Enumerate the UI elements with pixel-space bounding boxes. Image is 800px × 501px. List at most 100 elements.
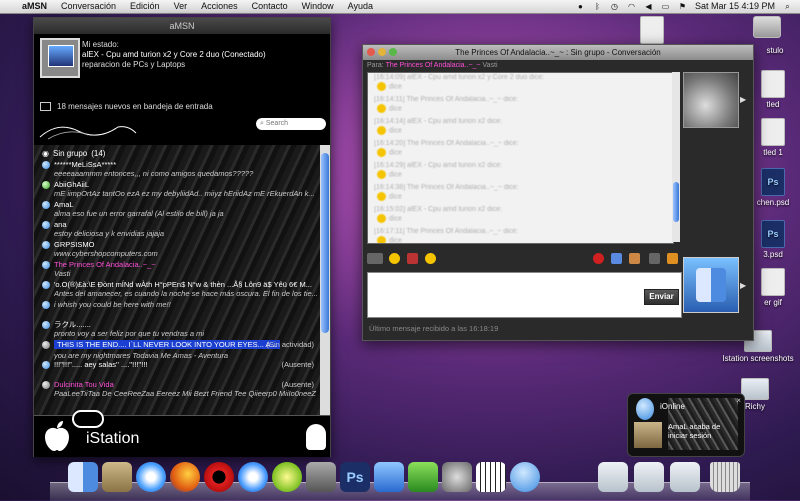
invite-icon[interactable] <box>611 253 622 264</box>
search-input[interactable]: ⌕ Search <box>256 118 326 130</box>
contact-item[interactable]: ana estoy deliciosa y k envidias jajaja <box>34 220 320 240</box>
chat-title[interactable]: The Princes Of Andalacia..~_~ : Sin grup… <box>363 45 753 60</box>
itunes-icon[interactable] <box>238 462 268 492</box>
expand-arrow-icon[interactable]: ▶ <box>740 281 746 290</box>
mail-icon[interactable] <box>102 462 132 492</box>
trash-icon[interactable] <box>710 462 740 492</box>
chat-history-scrollbar[interactable] <box>672 72 680 242</box>
contact-item[interactable]: THIS IS THE END.... I`LL NEVER LOOK INTO… <box>34 340 320 360</box>
apple-logo-icon <box>45 421 69 451</box>
webcam-icon[interactable] <box>649 253 660 264</box>
contact-item[interactable]: 'o.O(®)£à:\E Ðònt mÍNd wÀth H°pPEn$ N°w … <box>34 280 320 300</box>
wifi-icon[interactable]: ◠ <box>627 2 636 11</box>
contact-display-picture[interactable] <box>683 72 739 128</box>
voice-clip-icon[interactable] <box>407 253 418 264</box>
message-body: dice <box>389 149 402 157</box>
send-file-icon[interactable] <box>629 253 640 264</box>
zoom-button[interactable] <box>389 48 397 56</box>
message-sender: alEX - Cpu amd turion x2 dice: <box>407 162 503 169</box>
monitor-icon <box>48 45 74 67</box>
menu-ver[interactable]: Ver <box>174 0 188 13</box>
contact-item[interactable]: AmaL alma eso fue un error garrafal (Al e… <box>34 200 320 220</box>
games-icon[interactable] <box>667 253 678 264</box>
chat-history[interactable]: [16:14:09] alEX - Cpu amd turion x2 y Co… <box>367 72 674 244</box>
menu-acciones[interactable]: Acciones <box>201 0 238 13</box>
my-display-picture[interactable] <box>683 257 739 313</box>
login-notification[interactable]: iOnline AmaL acaba de iniciar sesión × <box>627 393 745 457</box>
amsn-icon[interactable] <box>272 462 302 492</box>
contact-list: ◉ Sin grupo (14) ******MeLiSsA***** eeeea… <box>34 145 320 415</box>
expand-arrow-icon[interactable]: ▶ <box>740 95 746 104</box>
inbox-link[interactable]: 18 mensajes nuevos en bandeja de entrada <box>40 102 213 111</box>
smiley-icon <box>377 148 386 157</box>
battery-icon[interactable]: ▭ <box>661 2 670 11</box>
time-machine-icon[interactable]: ◷ <box>610 2 619 11</box>
word-icon[interactable] <box>374 462 404 492</box>
my-avatar[interactable] <box>40 38 80 78</box>
opera-icon[interactable] <box>204 462 234 492</box>
garageband-icon[interactable] <box>476 462 506 492</box>
contact-list-scrollbar[interactable] <box>320 145 330 415</box>
minimize-button[interactable] <box>378 48 386 56</box>
network-icon[interactable] <box>408 462 438 492</box>
my-status[interactable]: Mi estado: alEX - Cpu amd turion x2 y Co… <box>82 40 322 70</box>
font-icon[interactable] <box>367 253 383 264</box>
documents-folder-icon[interactable] <box>634 462 664 492</box>
close-icon[interactable]: × <box>736 396 741 405</box>
contact-personal-message: estoy deliciosa y k envidias jajaja <box>54 229 165 238</box>
desktop-icon-hd[interactable] <box>732 16 800 40</box>
my-nick[interactable]: alEX - Cpu amd turion x2 y Core 2 duo (C… <box>82 50 322 60</box>
menu-edicion[interactable]: Edición <box>130 0 160 13</box>
bluetooth-icon[interactable]: ᛒ <box>593 2 602 11</box>
contact-item[interactable]: ラクル....... pronto voy a ser feliz por que… <box>34 320 320 340</box>
scrollbar-thumb[interactable] <box>673 182 679 222</box>
downloads-folder-icon[interactable] <box>598 462 628 492</box>
menu-app[interactable]: aMSN <box>22 0 47 13</box>
message-body: dice <box>389 171 402 179</box>
flag-icon[interactable]: ⚑ <box>678 2 687 11</box>
close-button[interactable] <box>367 48 375 56</box>
smiley-icon[interactable] <box>389 253 400 264</box>
smiley-icon <box>377 82 386 91</box>
my-personal-message[interactable]: reparacion de PCs y Laptops <box>82 60 322 70</box>
message-body: dice <box>389 215 402 223</box>
contact-item[interactable]: The Princes Of Andalacia..~_~ Vasti <box>34 260 320 280</box>
message-input[interactable] <box>367 272 682 318</box>
menu-window[interactable]: Window <box>302 0 334 13</box>
contact-item[interactable]: GRPSISMO www.cybershopcomputers.com <box>34 240 320 260</box>
menu-ayuda[interactable]: Ayuda <box>348 0 373 13</box>
system-preferences-icon[interactable] <box>442 462 472 492</box>
finder-icon[interactable] <box>68 462 98 492</box>
send-button[interactable]: Enviar <box>644 289 679 305</box>
block-icon[interactable] <box>593 253 604 264</box>
photoshop-icon[interactable]: Ps <box>340 462 370 492</box>
amsn-status-icon[interactable]: ● <box>576 2 585 11</box>
scrollbar-thumb[interactable] <box>321 153 329 333</box>
nudge-icon[interactable] <box>425 253 436 264</box>
spotlight-icon[interactable]: ⌕ <box>783 2 792 11</box>
contact-item[interactable]: AbiiGhAiiL mE iimpOrtAz tantOo ezA ez my … <box>34 180 320 200</box>
message-time: [16:15:02] <box>374 206 406 213</box>
applications-folder-icon[interactable] <box>670 462 700 492</box>
volume-icon[interactable]: ◀ <box>644 2 653 11</box>
menu-contacto[interactable]: Contacto <box>252 0 288 13</box>
contact-name: ana <box>54 220 67 229</box>
menubar-clock[interactable]: Sat Mar 15 4:19 PM <box>695 0 775 13</box>
group-header[interactable]: ◉ Sin grupo (14) <box>34 145 320 160</box>
document-icon <box>640 16 664 44</box>
message-time: [16:14:29] <box>374 162 406 169</box>
window-title[interactable]: aMSN <box>34 18 330 34</box>
ichat-icon[interactable] <box>510 462 540 492</box>
safari-icon[interactable] <box>136 462 166 492</box>
collapse-arrow-icon[interactable]: ◉ <box>42 149 49 158</box>
menu-conversacion[interactable]: Conversación <box>61 0 116 13</box>
desktop-icon-doc[interactable] <box>632 16 672 46</box>
notification-text: AmaL acaba de iniciar sesión <box>668 422 721 440</box>
contact-item[interactable]: i whish you could be here with me!! <box>34 300 320 320</box>
iphoto-icon[interactable] <box>306 462 336 492</box>
contact-item[interactable]: Dulcinita Tou Vida (Ausente) PaaLeeTiiTaa … <box>34 380 320 400</box>
contact-item[interactable]: ******MeLiSsA***** eeeeaaammm entonces,,,… <box>34 160 320 180</box>
contact-personal-message: Antes del amanecer, es cuando la noche s… <box>54 289 318 298</box>
contact-item[interactable]: !!!"!!!"..... aey salas'' ....''!!!''!!!… <box>34 360 320 380</box>
firefox-icon[interactable] <box>170 462 200 492</box>
